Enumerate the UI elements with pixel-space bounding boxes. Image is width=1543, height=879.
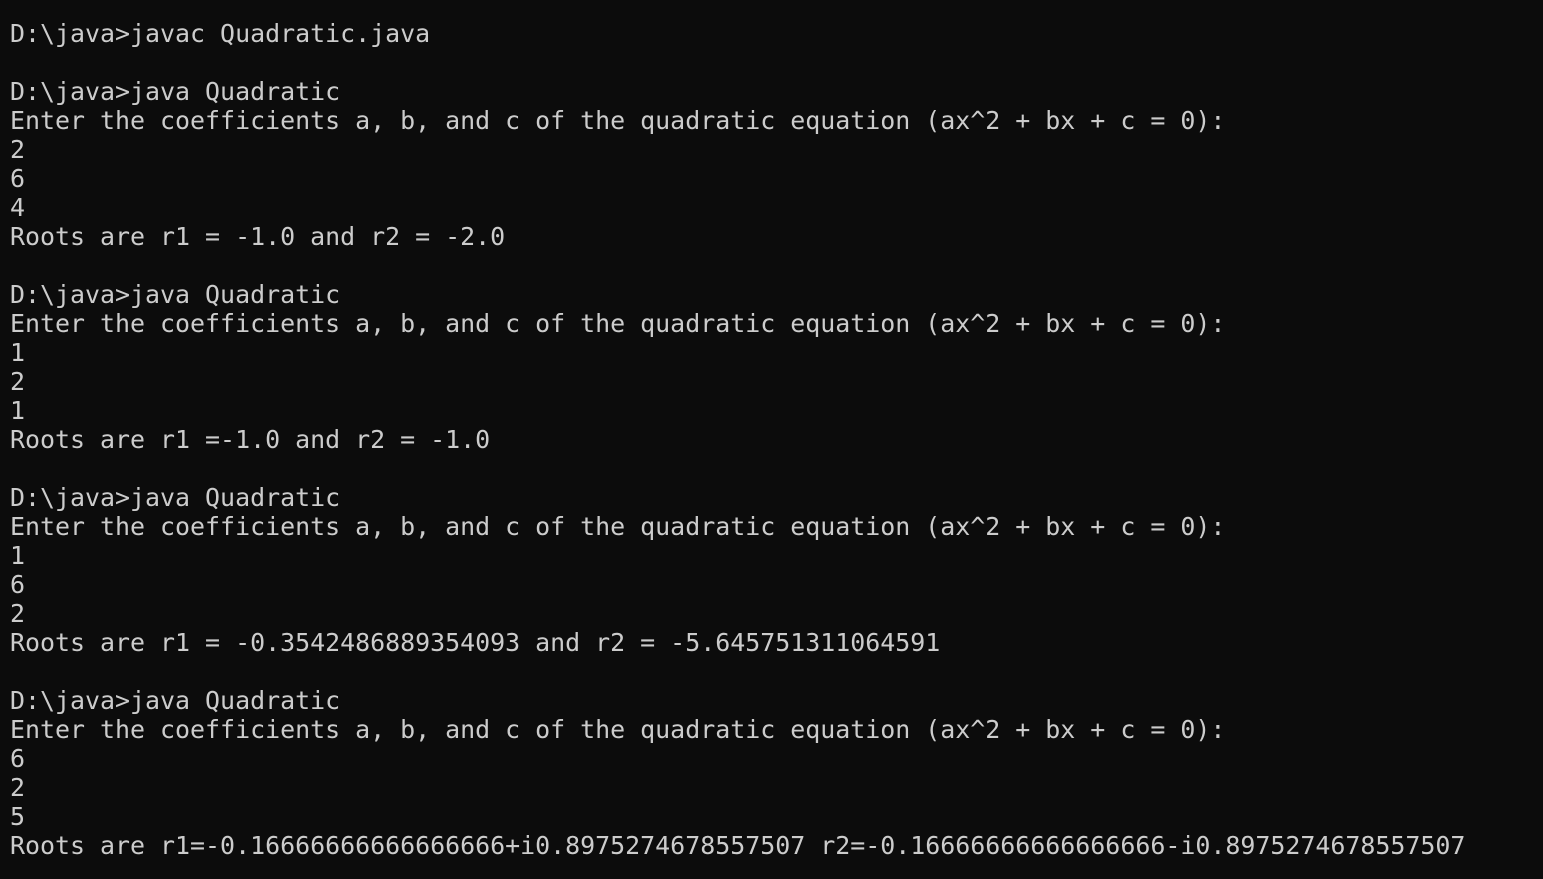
terminal-line: Enter the coefficients a, b, and c of th… [10,512,1226,541]
terminal-line: 2 [10,599,26,628]
terminal-line: D:\java>java Quadratic [10,280,341,309]
terminal-line: 2 [10,135,26,164]
terminal-line: 1 [10,541,26,570]
terminal-line: D:\java>java Quadratic [10,483,341,512]
terminal-line: Roots are r1 = -0.3542486889354093 and r… [10,628,941,657]
terminal-output[interactable]: D:\java>javac Quadratic.java D:\java>jav… [0,0,1543,879]
terminal-line: Roots are r1 = -1.0 and r2 = -2.0 [10,222,506,251]
terminal-line: 2 [10,367,26,396]
terminal-line: Enter the coefficients a, b, and c of th… [10,106,1226,135]
terminal-line: 5 [10,802,26,831]
terminal-line: Roots are r1 =-1.0 and r2 = -1.0 [10,425,491,454]
terminal-line: 4 [10,193,26,222]
terminal-line: 6 [10,744,26,773]
terminal-line: D:\java>java Quadratic [10,686,341,715]
terminal-line: 2 [10,773,26,802]
terminal-line: Roots are r1=-0.16666666666666666+i0.897… [10,831,1466,860]
terminal-line: D:\java>javac Quadratic.java [10,19,431,48]
terminal-line: Enter the coefficients a, b, and c of th… [10,309,1226,338]
terminal-line: D:\java>java Quadratic [10,77,341,106]
terminal-line: Enter the coefficients a, b, and c of th… [10,715,1226,744]
terminal-line: 1 [10,338,26,367]
terminal-line: 1 [10,396,26,425]
terminal-line: 6 [10,570,26,599]
terminal-line: 6 [10,164,26,193]
